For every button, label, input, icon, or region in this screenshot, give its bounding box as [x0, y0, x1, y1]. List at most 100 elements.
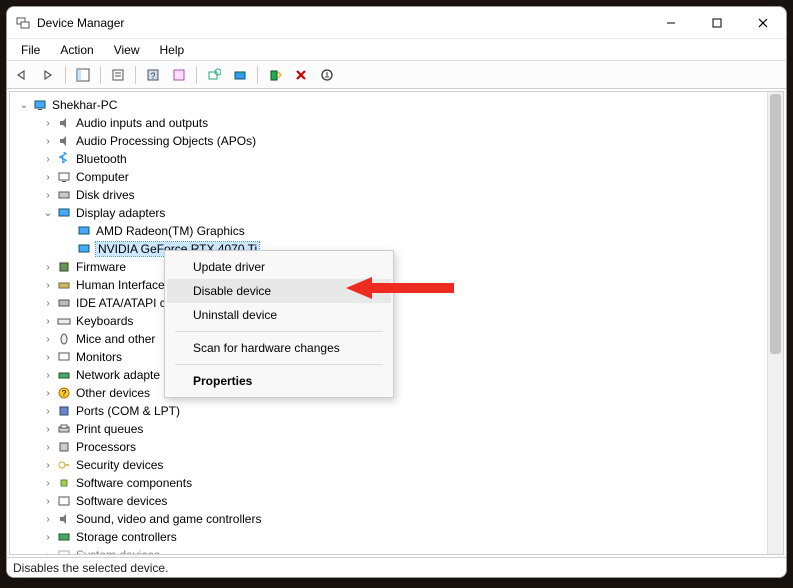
- chip-icon: [56, 259, 72, 275]
- cm-uninstall-device[interactable]: Uninstall device: [167, 303, 391, 327]
- disk-icon: [56, 187, 72, 203]
- chevron-right-icon[interactable]: ›: [40, 190, 56, 201]
- tree-item-apos[interactable]: › Audio Processing Objects (APOs): [10, 132, 767, 150]
- bluetooth-icon: [56, 151, 72, 167]
- chevron-right-icon[interactable]: ›: [40, 424, 56, 435]
- svg-text:?: ?: [62, 389, 67, 398]
- update-driver-button[interactable]: [229, 64, 251, 86]
- chevron-right-icon[interactable]: ›: [40, 172, 56, 183]
- chevron-right-icon[interactable]: ›: [40, 280, 56, 291]
- minimize-button[interactable]: [648, 7, 694, 39]
- other-icon: ?: [56, 385, 72, 401]
- maximize-button[interactable]: [694, 7, 740, 39]
- port-icon: [56, 403, 72, 419]
- scan-hardware-button[interactable]: [203, 64, 225, 86]
- display-icon: [76, 241, 92, 257]
- tree-item-system[interactable]: › System devices: [10, 546, 767, 554]
- cm-separator: [175, 364, 383, 365]
- chevron-right-icon[interactable]: ›: [40, 334, 56, 345]
- chevron-down-icon[interactable]: ⌄: [40, 208, 56, 219]
- window-title: Device Manager: [37, 16, 124, 30]
- properties-button[interactable]: [107, 64, 129, 86]
- chevron-down-icon[interactable]: ⌄: [16, 100, 32, 111]
- chevron-right-icon[interactable]: ›: [40, 442, 56, 453]
- menu-file[interactable]: File: [11, 41, 50, 59]
- tree-item-display-adapters[interactable]: ⌄ Display adapters: [10, 204, 767, 222]
- show-hide-tree-button[interactable]: [72, 64, 94, 86]
- forward-button[interactable]: [37, 64, 59, 86]
- cm-disable-device[interactable]: Disable device: [167, 279, 391, 303]
- computer-icon: [56, 169, 72, 185]
- disable-device-button[interactable]: [316, 64, 338, 86]
- tree-root-label: Shekhar-PC: [52, 98, 117, 112]
- chevron-right-icon[interactable]: ›: [40, 298, 56, 309]
- cpu-icon: [56, 439, 72, 455]
- scrollbar-thumb[interactable]: [770, 94, 781, 354]
- tree-item-computer[interactable]: › Computer: [10, 168, 767, 186]
- chevron-right-icon[interactable]: ›: [40, 406, 56, 417]
- tree-item-audio-inputs[interactable]: › Audio inputs and outputs: [10, 114, 767, 132]
- chevron-right-icon[interactable]: ›: [40, 316, 56, 327]
- svg-text:?: ?: [150, 71, 155, 81]
- computer-icon: [32, 97, 48, 113]
- menu-view[interactable]: View: [104, 41, 150, 59]
- chevron-right-icon[interactable]: ›: [40, 136, 56, 147]
- chevron-right-icon[interactable]: ›: [40, 514, 56, 525]
- context-menu: Update driver Disable device Uninstall d…: [164, 250, 394, 398]
- tree-item-print[interactable]: › Print queues: [10, 420, 767, 438]
- storage-icon: [56, 529, 72, 545]
- chevron-right-icon[interactable]: ›: [40, 460, 56, 471]
- chevron-right-icon[interactable]: ›: [40, 496, 56, 507]
- monitor-icon: [56, 349, 72, 365]
- enable-device-button[interactable]: [264, 64, 286, 86]
- menu-help[interactable]: Help: [150, 41, 195, 59]
- cm-properties[interactable]: Properties: [167, 369, 391, 393]
- tree-item-storage[interactable]: › Storage controllers: [10, 528, 767, 546]
- toolbar-button-5[interactable]: [168, 64, 190, 86]
- menubar: File Action View Help: [7, 39, 786, 61]
- statusbar: Disables the selected device.: [7, 557, 786, 577]
- chevron-right-icon[interactable]: ›: [40, 532, 56, 543]
- network-icon: [56, 367, 72, 383]
- display-icon: [56, 205, 72, 221]
- tree-item-bluetooth[interactable]: › Bluetooth: [10, 150, 767, 168]
- chevron-right-icon[interactable]: ›: [40, 154, 56, 165]
- chevron-right-icon[interactable]: ›: [40, 262, 56, 273]
- toolbar: ?: [7, 61, 786, 89]
- uninstall-device-button[interactable]: [290, 64, 312, 86]
- cm-update-driver[interactable]: Update driver: [167, 255, 391, 279]
- vertical-scrollbar[interactable]: [767, 92, 783, 554]
- tree-item-disk-drives[interactable]: › Disk drives: [10, 186, 767, 204]
- tree-root[interactable]: ⌄ Shekhar-PC: [10, 96, 767, 114]
- chevron-right-icon[interactable]: ›: [40, 388, 56, 399]
- chevron-right-icon[interactable]: ›: [40, 550, 56, 555]
- keyboard-icon: [56, 313, 72, 329]
- chevron-right-icon[interactable]: ›: [40, 478, 56, 489]
- tree-item-amd-radeon[interactable]: AMD Radeon(TM) Graphics: [10, 222, 767, 240]
- tree-item-software-components[interactable]: › Software components: [10, 474, 767, 492]
- ide-icon: [56, 295, 72, 311]
- cm-scan-hardware[interactable]: Scan for hardware changes: [167, 336, 391, 360]
- tree-item-processors[interactable]: › Processors: [10, 438, 767, 456]
- tree-item-ports[interactable]: › Ports (COM & LPT): [10, 402, 767, 420]
- chevron-right-icon[interactable]: ›: [40, 118, 56, 129]
- close-button[interactable]: [740, 7, 786, 39]
- audio-icon: [56, 511, 72, 527]
- tree-item-sound[interactable]: › Sound, video and game controllers: [10, 510, 767, 528]
- app-icon: [15, 15, 31, 31]
- tree-panel: ⌄ Shekhar-PC › Audio inputs and outputs …: [9, 91, 784, 555]
- audio-icon: [56, 115, 72, 131]
- cm-separator: [175, 331, 383, 332]
- audio-icon: [56, 133, 72, 149]
- hid-icon: [56, 277, 72, 293]
- tree-item-software-devices[interactable]: › Software devices: [10, 492, 767, 510]
- status-text: Disables the selected device.: [13, 561, 168, 575]
- help-button[interactable]: ?: [142, 64, 164, 86]
- menu-action[interactable]: Action: [50, 41, 103, 59]
- titlebar: Device Manager: [7, 7, 786, 39]
- device-manager-window: Device Manager File Action View Help: [6, 6, 787, 578]
- chevron-right-icon[interactable]: ›: [40, 352, 56, 363]
- chevron-right-icon[interactable]: ›: [40, 370, 56, 381]
- back-button[interactable]: [11, 64, 33, 86]
- tree-item-security[interactable]: › Security devices: [10, 456, 767, 474]
